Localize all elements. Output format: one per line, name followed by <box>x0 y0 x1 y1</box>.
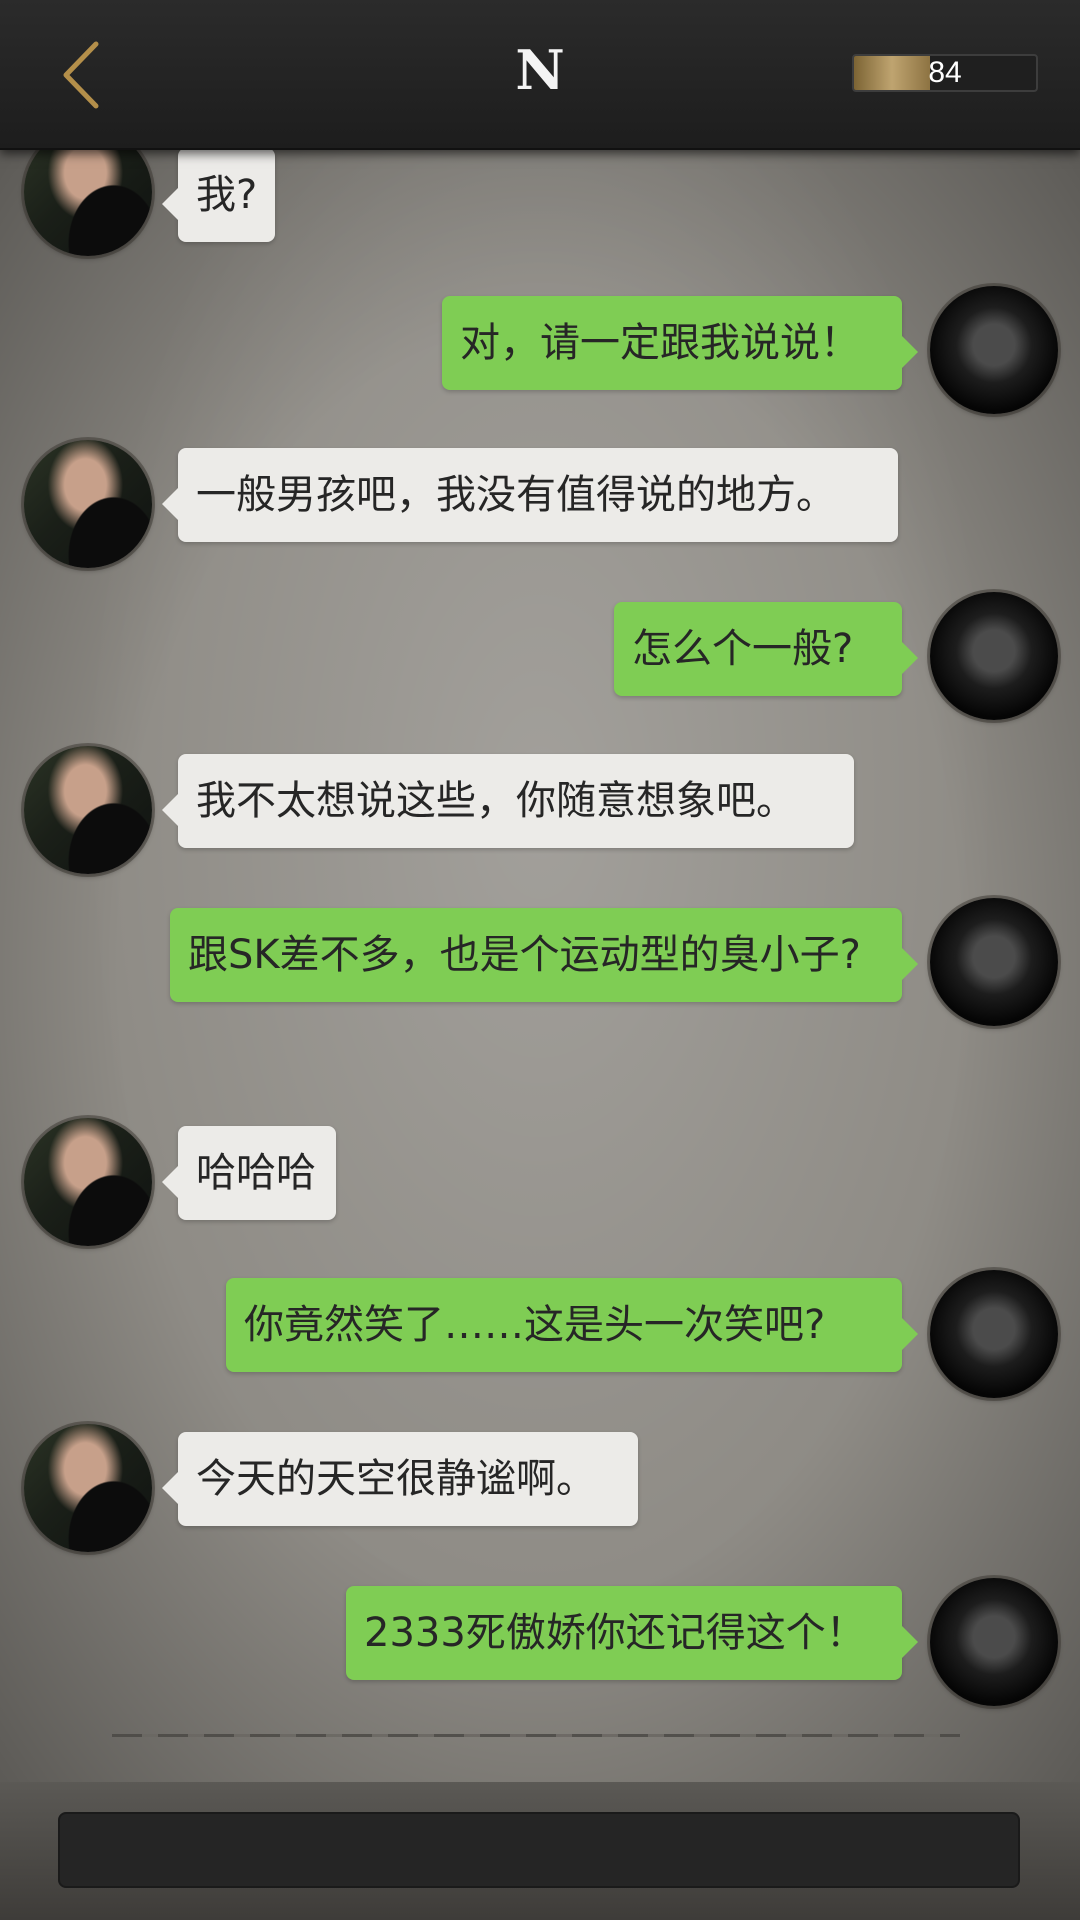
divider <box>112 1734 960 1737</box>
player-avatar[interactable] <box>930 592 1058 720</box>
message-bubble-player: 你竟然笑了……这是头一次笑吧? <box>226 1278 918 1372</box>
npc-avatar[interactable] <box>24 150 152 256</box>
npc-avatar[interactable] <box>24 746 152 874</box>
reply-input[interactable] <box>58 1812 1020 1888</box>
energy-value: 84 <box>928 56 962 89</box>
message-bubble-player: 2333死傲娇你还记得这个！ <box>346 1586 918 1680</box>
npc-avatar[interactable] <box>24 440 152 568</box>
player-avatar[interactable] <box>930 1270 1058 1398</box>
bottom-bar <box>0 1782 1080 1920</box>
message-bubble-npc: 今天的天空很静谧啊。 <box>162 1432 638 1526</box>
top-bar: N 84 <box>0 0 1080 150</box>
energy-meter: 84 <box>852 54 1038 92</box>
npc-avatar[interactable] <box>24 1118 152 1246</box>
player-avatar[interactable] <box>930 286 1058 414</box>
message-bubble-npc: 一般男孩吧，我没有值得说的地方。 <box>162 448 898 542</box>
message-bubble-npc: 我不太想说这些，你随意想象吧。 <box>162 754 854 848</box>
player-avatar[interactable] <box>930 1578 1058 1706</box>
message-bubble-player: 对，请一定跟我说说！ <box>442 296 918 390</box>
message-bubble-player: 怎么个一般? <box>614 602 918 696</box>
message-bubble-npc: 我? <box>161 150 276 242</box>
message-bubble-player: 跟SK差不多，也是个运动型的臭小子? <box>170 908 918 1002</box>
chat-area[interactable]: 我? 对，请一定跟我说说！ 一般男孩吧，我没有值得说的地方。 怎么个一般? 我不… <box>0 150 1080 1782</box>
message-bubble-npc: 哈哈哈 <box>162 1126 336 1220</box>
player-avatar[interactable] <box>930 898 1058 1026</box>
npc-avatar[interactable] <box>24 1424 152 1552</box>
